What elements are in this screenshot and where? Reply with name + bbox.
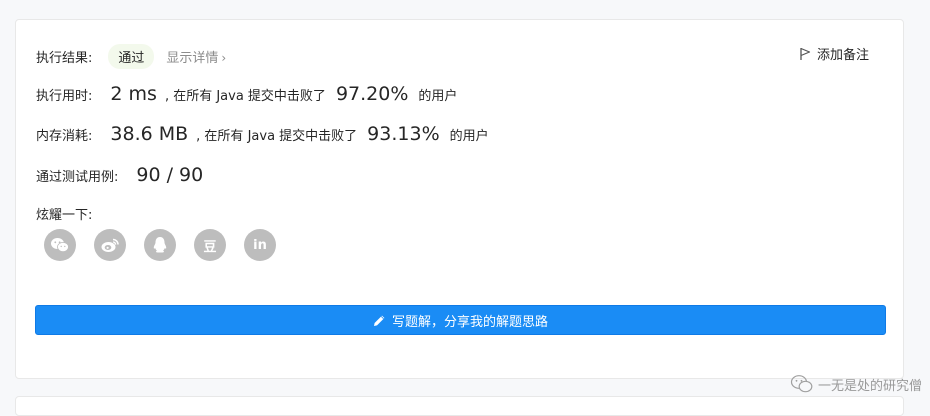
share-icons: 豆 in (44, 229, 294, 261)
show-details-label: 显示详情 (166, 51, 219, 66)
pencil-icon (373, 315, 385, 326)
runtime-label: 执行用时: (36, 88, 93, 104)
runtime-percent: 97.20% (335, 83, 409, 105)
memory-row: 内存消耗: 38.6 MB , 在所有 Java 提交中击败了 93.13% 的… (36, 123, 489, 145)
show-details-link[interactable]: 显示详情 › (166, 47, 226, 66)
wechat-icon[interactable] (44, 229, 76, 261)
memory-users-text: 的用户 (449, 128, 489, 144)
testcases-label: 通过测试用例: (36, 169, 119, 185)
memory-value: 38.6 MB (110, 123, 189, 145)
runtime-row: 执行用时: 2 ms , 在所有 Java 提交中击败了 97.20% 的用户 (36, 83, 457, 105)
share-row: 炫耀一下: (36, 204, 92, 223)
memory-label: 内存消耗: (36, 128, 93, 144)
watermark: 一无是处的研究僧 (790, 374, 922, 394)
write-solution-button[interactable]: 写题解，分享我的解题思路 (35, 305, 886, 335)
result-label: 执行结果: (36, 51, 93, 66)
chevron-right-icon: › (221, 51, 227, 65)
douban-glyph: 豆 (203, 239, 217, 255)
weibo-icon[interactable] (94, 229, 126, 261)
share-label: 炫耀一下: (36, 208, 93, 223)
runtime-value: 2 ms (110, 83, 157, 105)
linkedin-icon[interactable]: in (244, 229, 276, 261)
runtime-users-text: 的用户 (418, 88, 458, 104)
submission-result-card: 执行结果: 通过 显示详情 › 添加备注 执行用时: 2 ms , 在所有 Jav… (15, 19, 904, 379)
runtime-beat-text: , 在所有 Java 提交中击败了 (164, 88, 326, 104)
testcases-row: 通过测试用例: 90 / 90 (36, 164, 203, 186)
memory-percent: 93.13% (367, 123, 440, 145)
qq-icon[interactable] (144, 229, 176, 261)
watermark-text: 一无是处的研究僧 (817, 378, 922, 394)
add-note-button[interactable]: 添加备注 (799, 44, 869, 63)
add-note-label: 添加备注 (816, 48, 869, 63)
linkedin-glyph: in (253, 237, 267, 253)
flag-icon (800, 47, 811, 60)
wechat-watermark-icon (790, 375, 813, 393)
result-row: 执行结果: 通过 显示详情 › (36, 44, 226, 69)
write-solution-label: 写题解，分享我的解题思路 (391, 314, 548, 330)
douban-icon[interactable]: 豆 (194, 229, 226, 261)
status-badge: 通过 (108, 44, 155, 69)
memory-beat-text: , 在所有 Java 提交中击败了 (196, 128, 358, 144)
testcases-value: 90 / 90 (136, 164, 204, 186)
next-card (15, 396, 904, 416)
